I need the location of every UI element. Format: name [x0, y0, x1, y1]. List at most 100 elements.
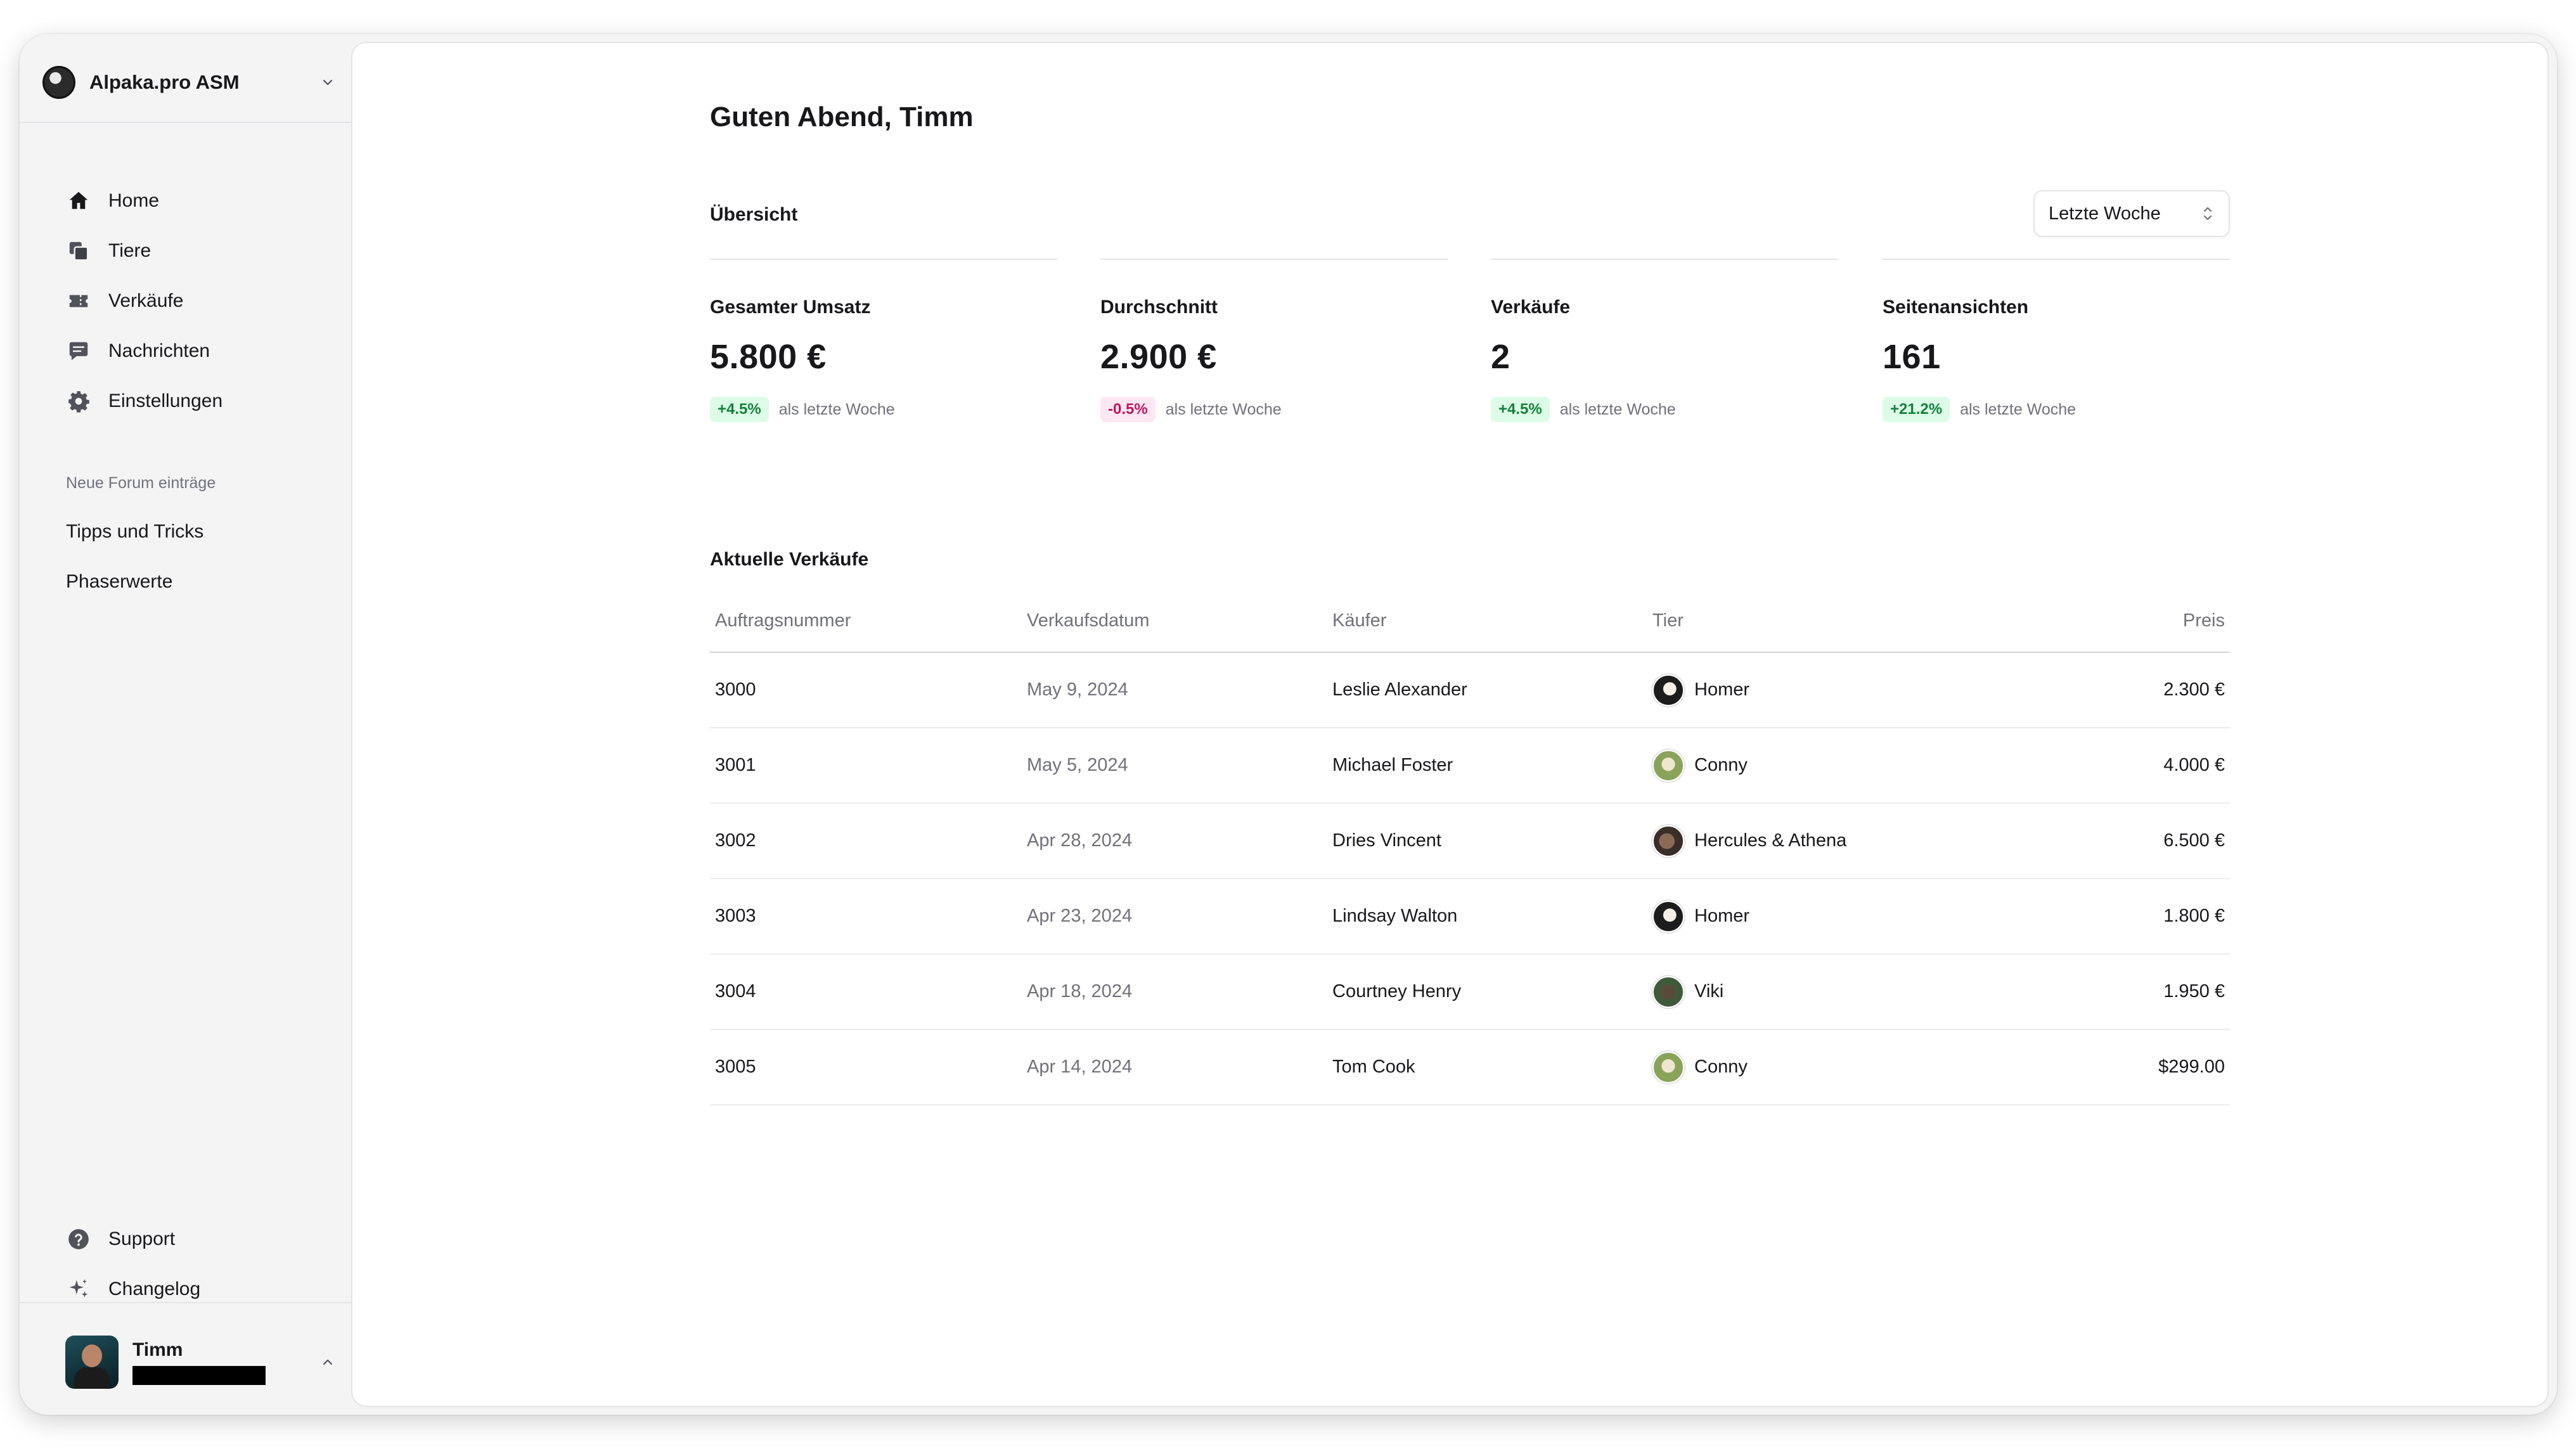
forum-section-heading: Neue Forum einträge: [66, 474, 216, 492]
pet-name: Conny: [1694, 755, 1748, 775]
chevron-up-down-icon: [2201, 205, 2215, 222]
app-window: Alpaka.pro ASM Home Tiere Verkäufe Nachr…: [20, 34, 2557, 1415]
sidebar-item-label: Verkäufe: [108, 290, 184, 311]
column-header-date: Verkaufsdatum: [1027, 610, 1150, 631]
order-number: 3004: [715, 981, 756, 1001]
stat-change: +4.5% als letzte Woche: [710, 397, 1057, 422]
sales-table: Auftragsnummer Verkaufsdatum Käufer Tier…: [710, 589, 2230, 1105]
sidebar-divider: [20, 1302, 351, 1303]
change-suffix: als letzte Woche: [1960, 400, 2077, 418]
change-suffix: als letzte Woche: [778, 400, 895, 418]
forum-item-label: Phaserwerte: [66, 571, 173, 592]
sidebar-item-home[interactable]: Home: [42, 179, 340, 223]
stat-change: +21.2% als letzte Woche: [1883, 397, 2230, 422]
stat-card-seitenansichten: Seitenansichten 161 +21.2% als letzte Wo…: [1883, 259, 2230, 422]
avatar: [65, 1336, 119, 1389]
question-icon: [65, 1226, 92, 1253]
chevron-up-icon: [315, 1349, 340, 1375]
stat-divider: [1883, 259, 2230, 260]
sale-date: Apr 23, 2024: [1027, 906, 1133, 926]
table-row[interactable]: 3001 May 5, 2024 Michael Foster Conny 4.…: [710, 728, 2230, 804]
buyer-name: Courtney Henry: [1332, 981, 1462, 1001]
ticket-icon: [65, 288, 92, 314]
team-logo: [42, 66, 75, 99]
sidebar-item-label: Einstellungen: [108, 390, 223, 411]
order-number: 3001: [715, 755, 756, 775]
stat-divider: [1491, 259, 1838, 260]
stat-value: 161: [1883, 338, 1941, 376]
pet-avatar: [1652, 825, 1684, 857]
column-header-buyer: Käufer: [1332, 610, 1387, 631]
squares-icon: [65, 238, 92, 264]
pet-cell: Conny: [1652, 749, 2045, 782]
change-badge: -0.5%: [1100, 397, 1156, 422]
order-number: 3003: [715, 906, 756, 926]
home-icon: [65, 188, 92, 214]
sidebar-item-tiere[interactable]: Tiere: [42, 229, 340, 273]
stat-label: Gesamter Umsatz: [710, 297, 871, 318]
order-number: 3000: [715, 679, 756, 700]
pet-name: Viki: [1694, 981, 1724, 1001]
chevron-down-icon: [315, 70, 340, 95]
table-row[interactable]: 3000 May 9, 2024 Leslie Alexander Homer …: [710, 653, 2230, 728]
table-row[interactable]: 3004 Apr 18, 2024 Courtney Henry Viki 1.…: [710, 955, 2230, 1030]
sidebar-item-label: Nachrichten: [108, 340, 210, 361]
sidebar-item-label: Changelog: [108, 1278, 201, 1299]
pet-cell: Conny: [1652, 1051, 2045, 1083]
buyer-name: Tom Cook: [1332, 1057, 1415, 1077]
stat-card-umsatz: Gesamter Umsatz 5.800 € +4.5% als letzte…: [710, 259, 1057, 422]
sparkles-icon: [65, 1276, 92, 1303]
team-name: Alpaka.pro ASM: [89, 71, 240, 93]
buyer-name: Lindsay Walton: [1332, 906, 1458, 926]
buyer-name: Michael Foster: [1332, 755, 1453, 775]
price: 2.300 €: [2163, 679, 2225, 700]
gear-icon: [65, 388, 92, 415]
stat-divider: [710, 259, 1057, 260]
stat-value: 5.800 €: [710, 338, 827, 376]
table-row[interactable]: 3005 Apr 14, 2024 Tom Cook Conny $299.00: [710, 1030, 2230, 1105]
user-info: Timm: [132, 1339, 315, 1385]
stat-label: Seitenansichten: [1883, 297, 2029, 318]
pet-cell: Hercules & Athena: [1652, 825, 2045, 857]
forum-item-label: Tipps und Tricks: [66, 521, 204, 542]
pet-avatar: [1652, 900, 1684, 932]
change-badge: +4.5%: [710, 397, 769, 422]
pet-avatar: [1652, 749, 1684, 782]
stat-value: 2.900 €: [1100, 338, 1217, 376]
sidebar-item-changelog[interactable]: Changelog: [42, 1267, 340, 1311]
sale-date: Apr 28, 2024: [1027, 830, 1133, 851]
pet-cell: Homer: [1652, 900, 2045, 932]
sale-date: Apr 18, 2024: [1027, 981, 1133, 1001]
sidebar-item-nachrichten[interactable]: Nachrichten: [42, 329, 340, 373]
change-suffix: als letzte Woche: [1559, 400, 1676, 418]
order-number: 3002: [715, 830, 756, 851]
sidebar-item-einstellungen[interactable]: Einstellungen: [42, 379, 340, 423]
page-title: Guten Abend, Timm: [710, 101, 974, 132]
pet-avatar: [1652, 976, 1684, 1008]
stat-card-durchschnitt: Durchschnitt 2.900 € -0.5% als letzte Wo…: [1100, 259, 1448, 422]
pet-cell: Viki: [1652, 976, 2045, 1008]
user-name: Timm: [132, 1339, 183, 1360]
stat-label: Durchschnitt: [1100, 297, 1218, 318]
table-row[interactable]: 3002 Apr 28, 2024 Dries Vincent Hercules…: [710, 804, 2230, 879]
sidebar-item-support[interactable]: Support: [42, 1217, 340, 1261]
price: 1.950 €: [2163, 981, 2225, 1001]
stat-change: +4.5% als letzte Woche: [1491, 397, 1838, 422]
stat-value: 2: [1491, 338, 1510, 376]
forum-item-phaserwerte[interactable]: Phaserwerte: [42, 560, 340, 604]
pet-avatar: [1652, 674, 1684, 706]
user-menu[interactable]: Timm: [42, 1327, 340, 1397]
forum-item-tipps[interactable]: Tipps und Tricks: [42, 510, 340, 554]
period-select[interactable]: Letzte Woche: [2033, 190, 2230, 237]
price: 6.500 €: [2163, 830, 2225, 851]
sidebar-item-verkaeufe[interactable]: Verkäufe: [42, 279, 340, 323]
table-row[interactable]: 3003 Apr 23, 2024 Lindsay Walton Homer 1…: [710, 879, 2230, 955]
table-header: Auftragsnummer Verkaufsdatum Käufer Tier…: [710, 589, 2230, 653]
pet-name: Conny: [1694, 1057, 1748, 1077]
change-badge: +4.5%: [1491, 397, 1550, 422]
sidebar-divider: [20, 122, 351, 123]
team-switcher[interactable]: Alpaka.pro ASM: [42, 57, 340, 108]
change-suffix: als letzte Woche: [1165, 400, 1282, 418]
user-email-redacted: [132, 1366, 266, 1385]
price: 4.000 €: [2163, 755, 2225, 775]
